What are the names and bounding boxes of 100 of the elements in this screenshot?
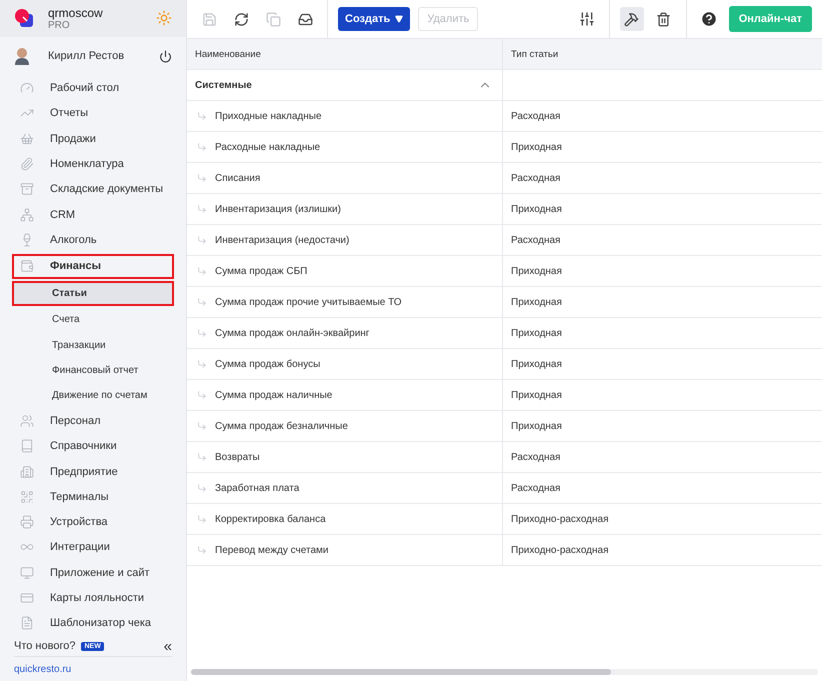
table-cell: Приходно-расходная — [511, 544, 608, 556]
nav-icon — [20, 566, 34, 580]
table-cell: Перевод между счетами — [215, 544, 328, 556]
table-cell: Приходная — [511, 358, 562, 370]
child-row-icon — [197, 235, 207, 245]
nav-subitem[interactable]: Статьи — [12, 280, 174, 306]
table-cell: Возвраты — [215, 452, 260, 462]
table-cell: Приходные накладные — [215, 110, 322, 122]
table-cell: Приходная — [511, 328, 562, 338]
tools-button[interactable] — [620, 7, 644, 31]
nav-icon — [20, 414, 34, 428]
nav-icon — [20, 157, 34, 171]
table-cell: Приходная — [511, 142, 562, 152]
table-cell: Инвентаризация (недостачи) — [215, 234, 350, 246]
table-cell: Расходная — [511, 452, 560, 462]
child-row-icon — [197, 421, 207, 431]
table-cell: Сумма продаж наличные — [215, 390, 332, 400]
column-header[interactable]: Наименование — [187, 39, 503, 69]
nav-item[interactable]: Алкоголь — [12, 227, 174, 253]
nav-subitem[interactable]: Счета — [12, 307, 174, 332]
copy-icon — [266, 12, 280, 26]
table-cell: Приходная — [511, 420, 562, 432]
nav-icon — [20, 591, 34, 606]
table-cell: Сумма продаж бонусы — [215, 358, 320, 370]
table-cell: Приходная — [511, 266, 562, 276]
plan-label: PRO — [48, 20, 71, 31]
nav-item[interactable]: Номенклатура — [12, 151, 174, 177]
child-row-icon — [197, 452, 207, 462]
table-cell: Сумма продаж безналичные — [215, 420, 348, 432]
logo-icon — [14, 8, 34, 28]
table-cell: Списания — [215, 172, 260, 184]
nav-icon — [20, 81, 34, 96]
column-header[interactable]: Тип статьи — [503, 39, 822, 69]
nav-icon — [20, 439, 34, 454]
nav-item[interactable]: Складские документы — [12, 176, 174, 202]
child-row-icon — [197, 359, 207, 369]
nav-item[interactable]: Приложение и сайт — [12, 560, 174, 586]
child-row-icon — [197, 173, 207, 183]
child-row-icon — [197, 266, 207, 276]
caret-icon — [395, 15, 404, 23]
nav-item[interactable]: Устройства — [12, 510, 174, 535]
table-cell: Корректировка баланса — [215, 514, 326, 524]
nav-item[interactable]: Персонал — [12, 408, 174, 434]
nav-item[interactable]: Шаблонизатор чека — [12, 610, 174, 636]
nav-icon — [20, 208, 34, 222]
nav-item[interactable]: Карты лояльности — [12, 585, 174, 611]
trash-icon — [656, 12, 672, 26]
child-row-icon — [197, 514, 207, 524]
nav-item[interactable]: Терминалы — [12, 484, 174, 510]
table-cell: Приходная — [511, 204, 562, 214]
theme-toggle-icon[interactable] — [156, 10, 172, 26]
scrollbar-thumb[interactable] — [191, 669, 611, 675]
nav-subitem[interactable]: Транзакции — [12, 332, 174, 358]
table-cell: Приходная — [511, 390, 562, 400]
nav-item[interactable]: Предприятие — [12, 458, 174, 484]
avatar-icon — [14, 47, 30, 66]
power-icon[interactable] — [159, 50, 172, 63]
child-row-icon — [197, 390, 207, 400]
child-row-icon — [197, 297, 207, 307]
nav-item[interactable]: Финансы — [12, 254, 174, 279]
child-row-icon — [197, 545, 207, 555]
hammer-icon — [624, 12, 640, 26]
whats-new-link[interactable]: Что нового? — [14, 640, 76, 652]
nav-item[interactable]: Интеграции — [12, 534, 174, 560]
inbox-icon — [298, 12, 312, 26]
nav-item[interactable]: Справочники — [12, 434, 174, 459]
nav-subitem[interactable]: Финансовый отчет — [12, 358, 174, 384]
nav-icon — [20, 132, 34, 146]
child-row-icon — [197, 111, 207, 121]
table-cell: Расходная — [511, 110, 560, 122]
scrollbar-track[interactable] — [191, 669, 818, 675]
collapse-button[interactable]: « — [164, 638, 172, 654]
refresh-icon — [234, 12, 248, 26]
child-row-icon — [197, 204, 207, 214]
table-cell: Приходно-расходная — [511, 514, 608, 524]
group-name: Системные — [195, 80, 252, 90]
child-row-icon — [197, 483, 207, 493]
child-row-icon — [197, 142, 207, 152]
nav-icon — [20, 490, 34, 504]
table-cell: Заработная плата — [215, 482, 300, 494]
table-cell: Сумма продаж СБП — [215, 266, 308, 276]
table-cell: Расходная — [511, 234, 560, 246]
table-cell: Расходная — [511, 172, 560, 184]
nav-item[interactable]: Отчеты — [12, 100, 174, 126]
site-link[interactable]: quickresto.ru — [14, 664, 172, 675]
nav-item[interactable]: Рабочий стол — [12, 75, 174, 101]
create-button[interactable]: Создать — [338, 7, 410, 31]
nav-item[interactable]: CRM — [12, 202, 174, 228]
nav-icon — [20, 259, 34, 274]
table-cell: Сумма продаж прочие учитываемые ТО — [215, 296, 402, 308]
nav-subitem[interactable]: Движение по счетам — [12, 383, 174, 408]
nav-item[interactable]: Продажи — [12, 126, 174, 152]
table-cell: Расходные накладные — [215, 142, 320, 152]
table-cell: Сумма продаж онлайн-эквайринг — [215, 328, 370, 338]
help-icon — [700, 10, 718, 28]
save-icon — [202, 12, 216, 26]
account-name: qrmoscow — [48, 6, 104, 20]
table-cell: Расходная — [511, 482, 560, 494]
nav-icon — [20, 616, 34, 630]
user-name: Кирилл Рестов — [48, 50, 126, 62]
